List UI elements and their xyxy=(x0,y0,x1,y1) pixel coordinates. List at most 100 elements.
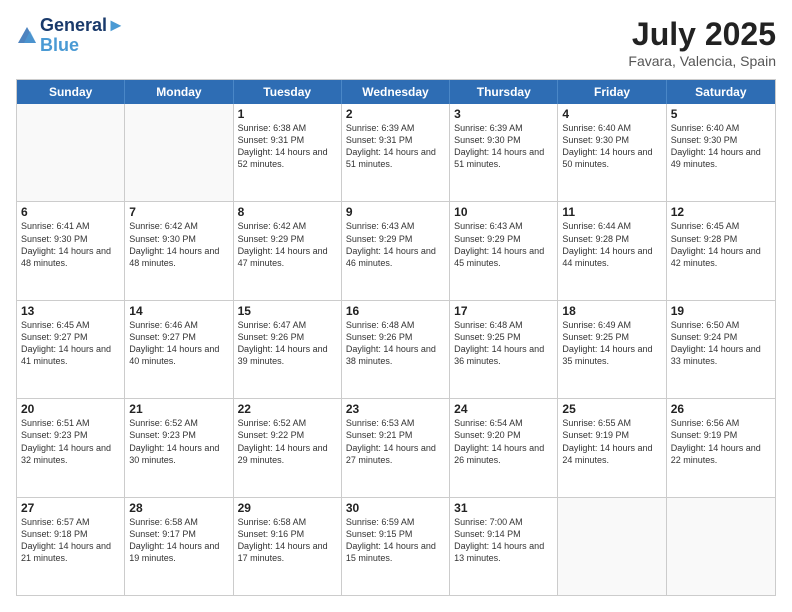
day-number: 23 xyxy=(346,402,445,416)
calendar-cell: 28Sunrise: 6:58 AM Sunset: 9:17 PM Dayli… xyxy=(125,498,233,595)
calendar-cell: 27Sunrise: 6:57 AM Sunset: 9:18 PM Dayli… xyxy=(17,498,125,595)
day-number: 10 xyxy=(454,205,553,219)
calendar-cell: 2Sunrise: 6:39 AM Sunset: 9:31 PM Daylig… xyxy=(342,104,450,201)
calendar-cell: 21Sunrise: 6:52 AM Sunset: 9:23 PM Dayli… xyxy=(125,399,233,496)
day-number: 24 xyxy=(454,402,553,416)
location: Favara, Valencia, Spain xyxy=(628,53,776,69)
cell-info: Sunrise: 6:45 AM Sunset: 9:27 PM Dayligh… xyxy=(21,319,120,368)
weekday-header: Tuesday xyxy=(234,80,342,104)
page: General► Blue July 2025 Favara, Valencia… xyxy=(0,0,792,612)
calendar-cell: 8Sunrise: 6:42 AM Sunset: 9:29 PM Daylig… xyxy=(234,202,342,299)
day-number: 2 xyxy=(346,107,445,121)
title-area: July 2025 Favara, Valencia, Spain xyxy=(628,16,776,69)
calendar-row: 13Sunrise: 6:45 AM Sunset: 9:27 PM Dayli… xyxy=(17,301,775,399)
cell-info: Sunrise: 6:49 AM Sunset: 9:25 PM Dayligh… xyxy=(562,319,661,368)
calendar-cell: 30Sunrise: 6:59 AM Sunset: 9:15 PM Dayli… xyxy=(342,498,450,595)
calendar-row: 6Sunrise: 6:41 AM Sunset: 9:30 PM Daylig… xyxy=(17,202,775,300)
calendar-cell: 7Sunrise: 6:42 AM Sunset: 9:30 PM Daylig… xyxy=(125,202,233,299)
day-number: 17 xyxy=(454,304,553,318)
cell-info: Sunrise: 6:53 AM Sunset: 9:21 PM Dayligh… xyxy=(346,417,445,466)
day-number: 14 xyxy=(129,304,228,318)
cell-info: Sunrise: 6:55 AM Sunset: 9:19 PM Dayligh… xyxy=(562,417,661,466)
day-number: 16 xyxy=(346,304,445,318)
day-number: 30 xyxy=(346,501,445,515)
calendar-cell: 6Sunrise: 6:41 AM Sunset: 9:30 PM Daylig… xyxy=(17,202,125,299)
day-number: 7 xyxy=(129,205,228,219)
calendar: SundayMondayTuesdayWednesdayThursdayFrid… xyxy=(16,79,776,596)
calendar-cell: 19Sunrise: 6:50 AM Sunset: 9:24 PM Dayli… xyxy=(667,301,775,398)
cell-info: Sunrise: 6:58 AM Sunset: 9:17 PM Dayligh… xyxy=(129,516,228,565)
day-number: 11 xyxy=(562,205,661,219)
calendar-cell: 3Sunrise: 6:39 AM Sunset: 9:30 PM Daylig… xyxy=(450,104,558,201)
cell-info: Sunrise: 6:51 AM Sunset: 9:23 PM Dayligh… xyxy=(21,417,120,466)
day-number: 12 xyxy=(671,205,771,219)
calendar-cell: 22Sunrise: 6:52 AM Sunset: 9:22 PM Dayli… xyxy=(234,399,342,496)
day-number: 4 xyxy=(562,107,661,121)
cell-info: Sunrise: 6:43 AM Sunset: 9:29 PM Dayligh… xyxy=(346,220,445,269)
cell-info: Sunrise: 6:45 AM Sunset: 9:28 PM Dayligh… xyxy=(671,220,771,269)
cell-info: Sunrise: 6:43 AM Sunset: 9:29 PM Dayligh… xyxy=(454,220,553,269)
calendar-cell xyxy=(667,498,775,595)
weekday-header: Saturday xyxy=(667,80,775,104)
day-number: 27 xyxy=(21,501,120,515)
day-number: 15 xyxy=(238,304,337,318)
cell-info: Sunrise: 6:58 AM Sunset: 9:16 PM Dayligh… xyxy=(238,516,337,565)
cell-info: Sunrise: 7:00 AM Sunset: 9:14 PM Dayligh… xyxy=(454,516,553,565)
cell-info: Sunrise: 6:59 AM Sunset: 9:15 PM Dayligh… xyxy=(346,516,445,565)
day-number: 31 xyxy=(454,501,553,515)
calendar-row: 20Sunrise: 6:51 AM Sunset: 9:23 PM Dayli… xyxy=(17,399,775,497)
cell-info: Sunrise: 6:52 AM Sunset: 9:22 PM Dayligh… xyxy=(238,417,337,466)
cell-info: Sunrise: 6:56 AM Sunset: 9:19 PM Dayligh… xyxy=(671,417,771,466)
cell-info: Sunrise: 6:50 AM Sunset: 9:24 PM Dayligh… xyxy=(671,319,771,368)
cell-info: Sunrise: 6:42 AM Sunset: 9:29 PM Dayligh… xyxy=(238,220,337,269)
calendar-cell: 14Sunrise: 6:46 AM Sunset: 9:27 PM Dayli… xyxy=(125,301,233,398)
cell-info: Sunrise: 6:57 AM Sunset: 9:18 PM Dayligh… xyxy=(21,516,120,565)
month-year: July 2025 xyxy=(628,16,776,53)
cell-info: Sunrise: 6:41 AM Sunset: 9:30 PM Dayligh… xyxy=(21,220,120,269)
weekday-header: Sunday xyxy=(17,80,125,104)
day-number: 18 xyxy=(562,304,661,318)
calendar-cell: 15Sunrise: 6:47 AM Sunset: 9:26 PM Dayli… xyxy=(234,301,342,398)
calendar-cell xyxy=(558,498,666,595)
calendar-cell: 4Sunrise: 6:40 AM Sunset: 9:30 PM Daylig… xyxy=(558,104,666,201)
calendar-row: 1Sunrise: 6:38 AM Sunset: 9:31 PM Daylig… xyxy=(17,104,775,202)
day-number: 28 xyxy=(129,501,228,515)
calendar-cell: 23Sunrise: 6:53 AM Sunset: 9:21 PM Dayli… xyxy=(342,399,450,496)
cell-info: Sunrise: 6:48 AM Sunset: 9:25 PM Dayligh… xyxy=(454,319,553,368)
calendar-row: 27Sunrise: 6:57 AM Sunset: 9:18 PM Dayli… xyxy=(17,498,775,595)
calendar-body: 1Sunrise: 6:38 AM Sunset: 9:31 PM Daylig… xyxy=(17,104,775,595)
cell-info: Sunrise: 6:39 AM Sunset: 9:31 PM Dayligh… xyxy=(346,122,445,171)
day-number: 21 xyxy=(129,402,228,416)
header: General► Blue July 2025 Favara, Valencia… xyxy=(16,16,776,69)
calendar-cell: 17Sunrise: 6:48 AM Sunset: 9:25 PM Dayli… xyxy=(450,301,558,398)
logo-icon xyxy=(16,25,38,47)
cell-info: Sunrise: 6:38 AM Sunset: 9:31 PM Dayligh… xyxy=(238,122,337,171)
weekday-header: Wednesday xyxy=(342,80,450,104)
day-number: 6 xyxy=(21,205,120,219)
cell-info: Sunrise: 6:46 AM Sunset: 9:27 PM Dayligh… xyxy=(129,319,228,368)
calendar-cell xyxy=(125,104,233,201)
calendar-header: SundayMondayTuesdayWednesdayThursdayFrid… xyxy=(17,80,775,104)
calendar-cell: 16Sunrise: 6:48 AM Sunset: 9:26 PM Dayli… xyxy=(342,301,450,398)
cell-info: Sunrise: 6:40 AM Sunset: 9:30 PM Dayligh… xyxy=(562,122,661,171)
day-number: 13 xyxy=(21,304,120,318)
day-number: 5 xyxy=(671,107,771,121)
day-number: 1 xyxy=(238,107,337,121)
calendar-cell: 5Sunrise: 6:40 AM Sunset: 9:30 PM Daylig… xyxy=(667,104,775,201)
logo-text: General► Blue xyxy=(40,16,125,56)
calendar-cell: 24Sunrise: 6:54 AM Sunset: 9:20 PM Dayli… xyxy=(450,399,558,496)
calendar-cell: 18Sunrise: 6:49 AM Sunset: 9:25 PM Dayli… xyxy=(558,301,666,398)
cell-info: Sunrise: 6:39 AM Sunset: 9:30 PM Dayligh… xyxy=(454,122,553,171)
day-number: 20 xyxy=(21,402,120,416)
cell-info: Sunrise: 6:54 AM Sunset: 9:20 PM Dayligh… xyxy=(454,417,553,466)
calendar-cell: 13Sunrise: 6:45 AM Sunset: 9:27 PM Dayli… xyxy=(17,301,125,398)
calendar-cell: 29Sunrise: 6:58 AM Sunset: 9:16 PM Dayli… xyxy=(234,498,342,595)
calendar-cell: 10Sunrise: 6:43 AM Sunset: 9:29 PM Dayli… xyxy=(450,202,558,299)
cell-info: Sunrise: 6:47 AM Sunset: 9:26 PM Dayligh… xyxy=(238,319,337,368)
day-number: 26 xyxy=(671,402,771,416)
weekday-header: Monday xyxy=(125,80,233,104)
calendar-cell: 26Sunrise: 6:56 AM Sunset: 9:19 PM Dayli… xyxy=(667,399,775,496)
day-number: 8 xyxy=(238,205,337,219)
weekday-header: Thursday xyxy=(450,80,558,104)
calendar-cell xyxy=(17,104,125,201)
